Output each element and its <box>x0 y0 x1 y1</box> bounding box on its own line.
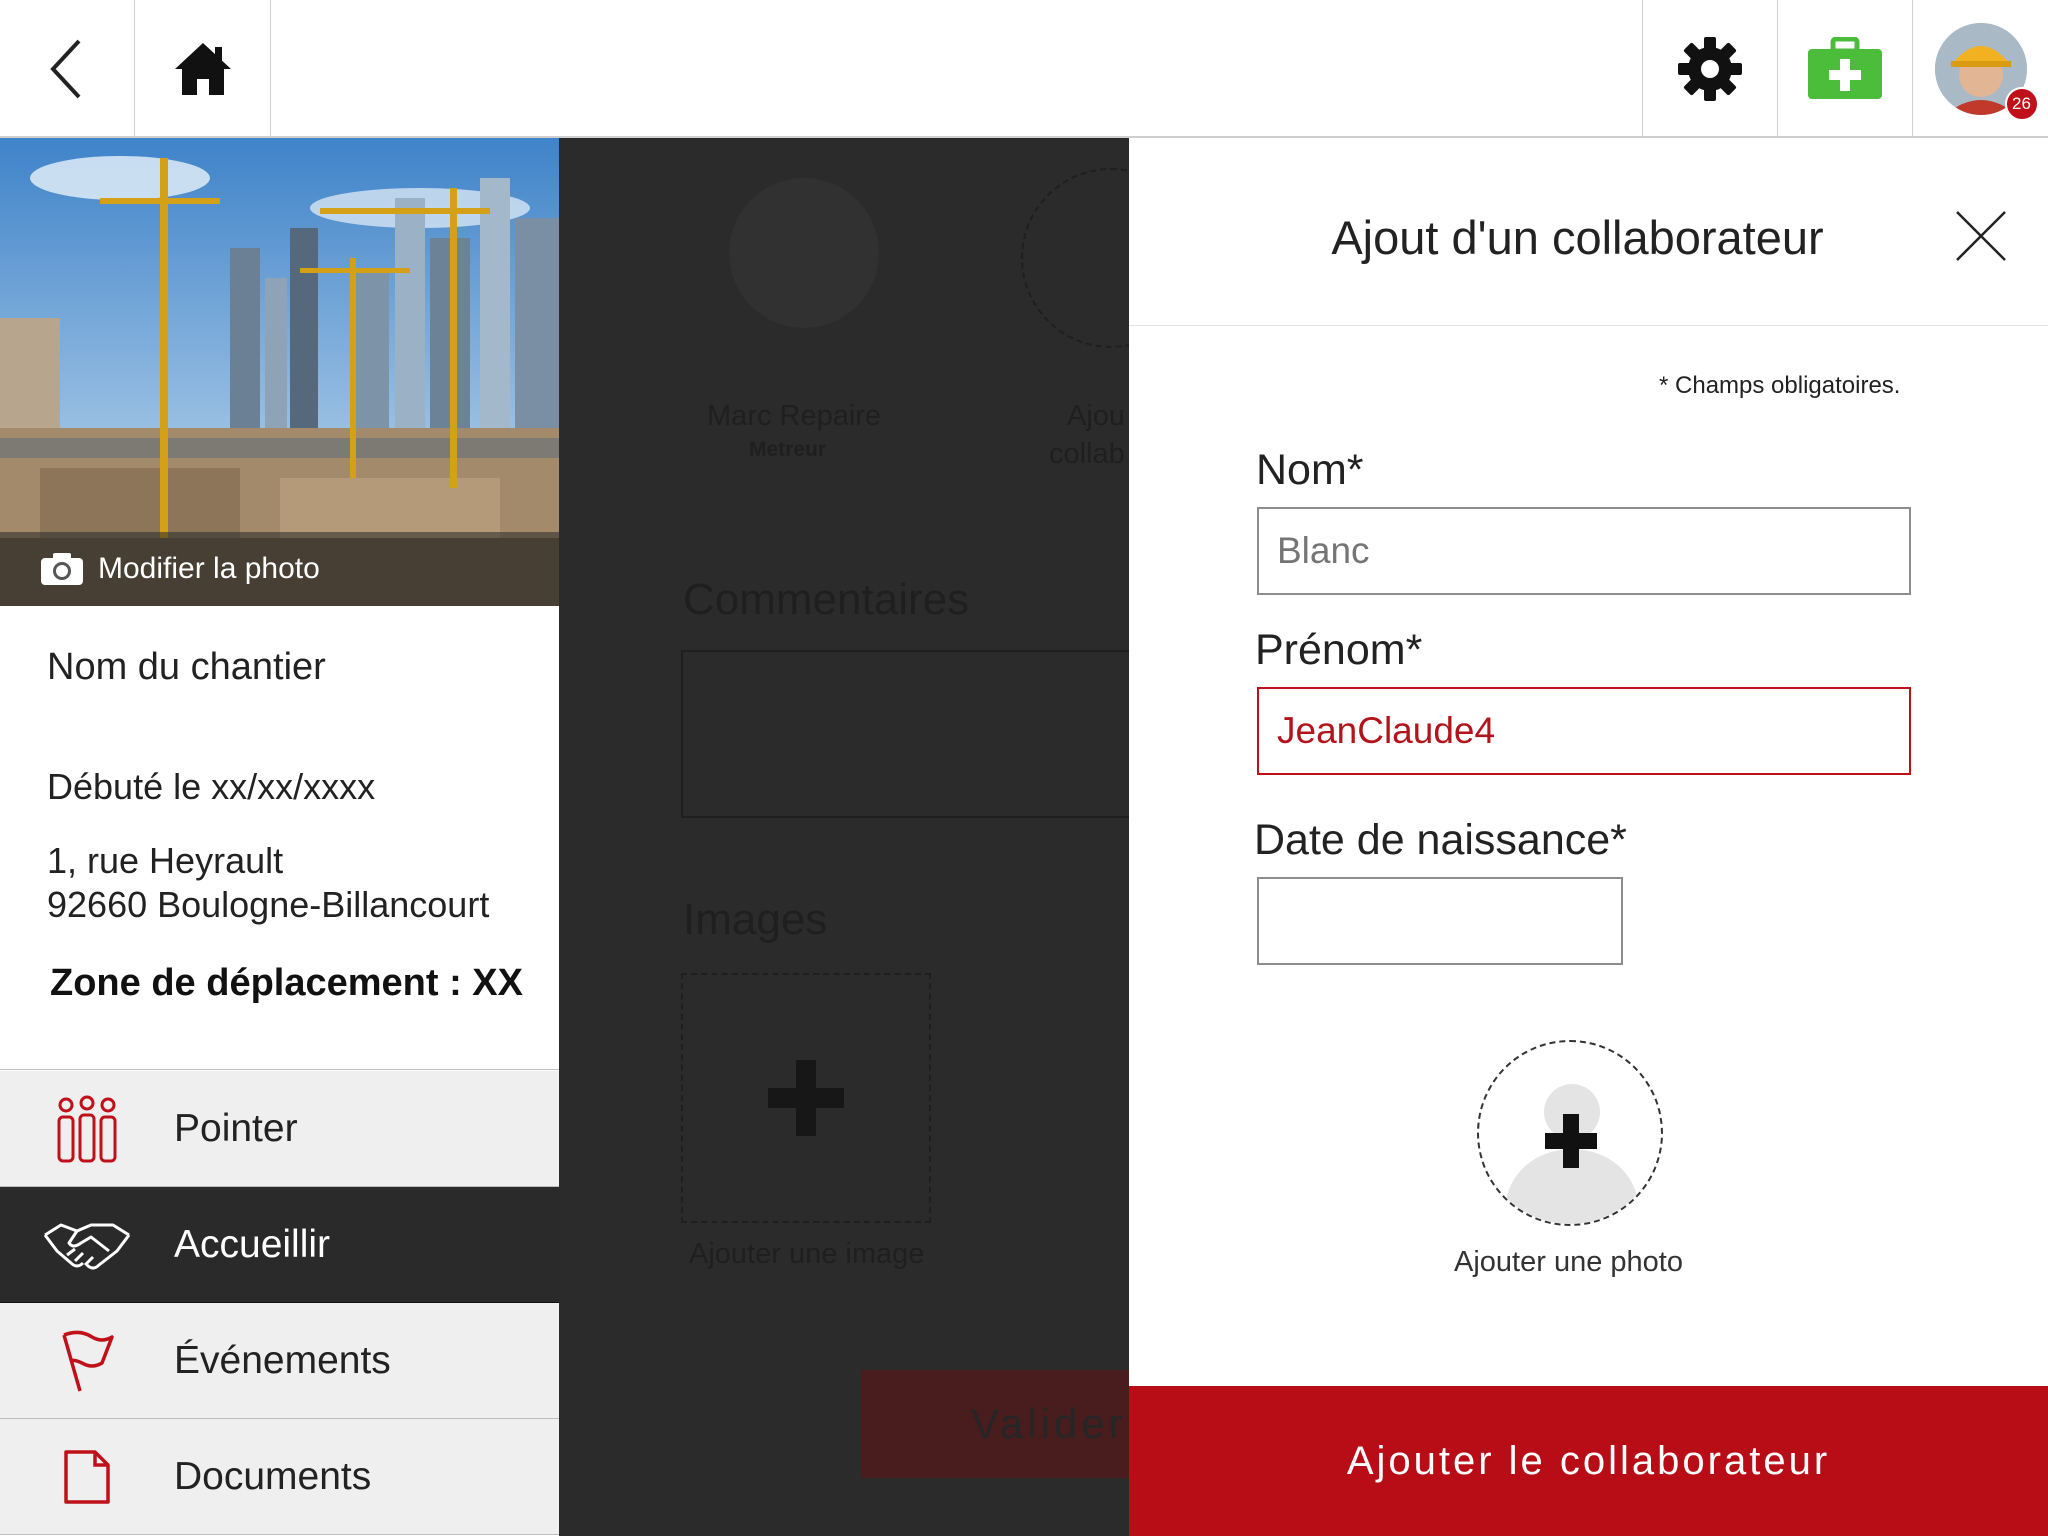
comments-heading: Commentaires <box>683 575 970 624</box>
close-icon <box>1956 211 2006 261</box>
site-address-line2: 92660 Boulogne-Billancourt <box>47 884 490 925</box>
add-member-label: collab <box>1049 438 1125 470</box>
birthdate-field[interactable] <box>1257 877 1623 965</box>
menu-item-label: Documents <box>174 1454 372 1498</box>
add-image-box <box>681 973 931 1223</box>
add-photo-label: Ajouter une photo <box>1454 1246 1683 1278</box>
site-sidebar: Modifier la photo Nom du chantier Débuté… <box>0 138 559 1536</box>
required-fields-note: * Champs obligatoires. <box>1659 372 1901 399</box>
first-name-label: Prénom* <box>1255 626 1423 674</box>
menu-item-accueillir[interactable]: Accueillir <box>0 1187 559 1303</box>
comments-box <box>681 650 1129 818</box>
close-button[interactable] <box>1955 210 2007 262</box>
profile-button[interactable]: 26 <box>1912 0 2048 138</box>
site-address-line1: 1, rue Heyrault <box>47 840 284 881</box>
first-aid-kit-icon <box>1808 37 1882 99</box>
menu-item-pointer[interactable]: Pointer <box>0 1071 559 1187</box>
site-info: Nom du chantier Débuté le xx/xx/xxxx 1, … <box>0 606 559 1070</box>
images-heading: Images <box>683 895 828 944</box>
site-menu: Pointer Accueillir Événements Documents <box>0 1071 559 1535</box>
site-photo: Modifier la photo <box>0 138 559 606</box>
back-button[interactable] <box>0 0 135 138</box>
site-name: Nom du chantier <box>47 646 326 688</box>
last-name-field[interactable] <box>1257 507 1911 595</box>
site-start-date: Débuté le xx/xx/xxxx <box>47 766 376 807</box>
home-icon <box>175 43 231 95</box>
top-bar: 26 <box>0 0 2048 138</box>
add-member-circle <box>1021 168 1129 348</box>
last-name-label: Nom* <box>1256 446 1364 494</box>
background-overlay[interactable]: Marc Repaire Metreur Ajou collab Comment… <box>559 138 1129 1536</box>
add-collaborator-button[interactable]: Ajouter le collaborateur <box>1129 1386 2048 1536</box>
document-icon <box>64 1449 110 1504</box>
change-photo-button[interactable]: Modifier la photo <box>0 532 559 606</box>
change-photo-label: Modifier la photo <box>98 552 320 585</box>
team-icon <box>57 1095 117 1162</box>
menu-item-label: Pointer <box>174 1106 298 1150</box>
menu-item-label: Événements <box>174 1338 391 1382</box>
flag-icon <box>62 1330 114 1391</box>
camera-icon <box>41 553 83 585</box>
first-aid-button[interactable] <box>1777 0 1912 138</box>
avatar-container: 26 <box>1934 23 2039 121</box>
menu-item-label: Accueillir <box>174 1222 331 1266</box>
home-button[interactable] <box>136 0 271 138</box>
handshake-icon <box>43 1223 131 1269</box>
add-image-label: Ajouter une image <box>689 1238 925 1270</box>
add-member-label: Ajou <box>1067 400 1126 432</box>
panel-header: Ajout d'un collaborateur <box>1129 138 2048 326</box>
chevron-left-icon <box>50 39 81 99</box>
menu-item-documents[interactable]: Documents <box>0 1419 559 1535</box>
gear-icon <box>1678 37 1742 101</box>
add-photo-button[interactable] <box>1477 1040 1663 1226</box>
travel-zone: Zone de déplacement : XX <box>50 962 523 1004</box>
member-role: Metreur <box>749 438 827 461</box>
birthdate-label: Date de naissance* <box>1254 816 1627 864</box>
settings-button[interactable] <box>1642 0 1777 138</box>
member-avatar <box>729 178 879 328</box>
user-add-icon <box>1506 1084 1638 1224</box>
member-name: Marc Repaire <box>707 400 882 432</box>
background-form: Marc Repaire Metreur Ajou collab Comment… <box>559 138 1129 1536</box>
menu-item-evenements[interactable]: Événements <box>0 1303 559 1419</box>
validate-button: Valider <box>861 1370 1129 1478</box>
first-name-field[interactable] <box>1257 687 1911 775</box>
add-collaborator-panel: Ajout d'un collaborateur * Champs obliga… <box>1129 138 2048 1536</box>
plus-icon <box>768 1060 844 1136</box>
notification-badge: 26 <box>2004 87 2039 121</box>
panel-title: Ajout d'un collaborateur <box>1331 211 1824 264</box>
